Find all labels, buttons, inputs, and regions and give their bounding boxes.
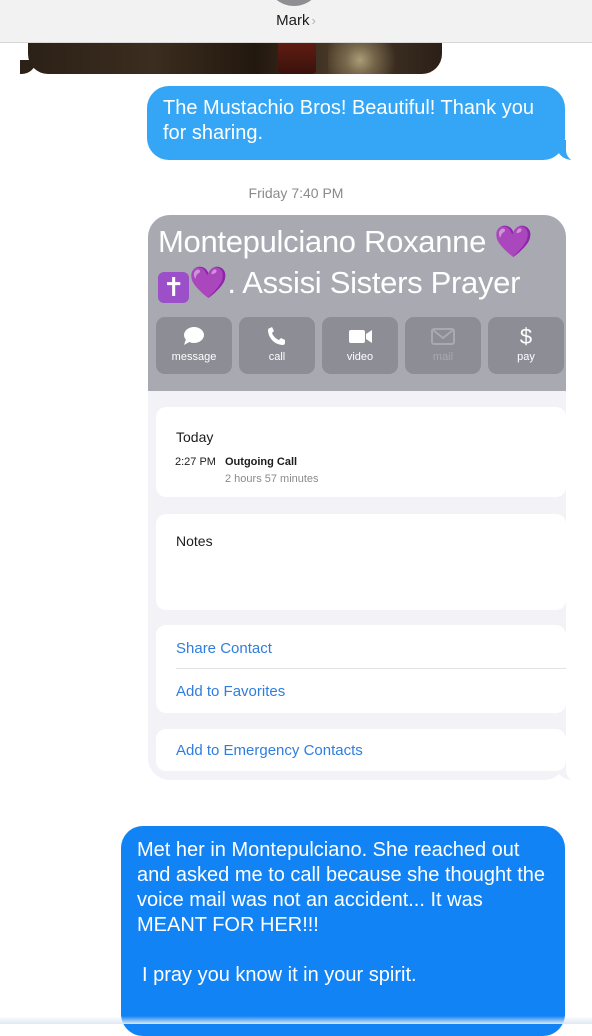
recent-day-label: Today xyxy=(176,429,214,445)
contact-card-header: Montepulciano Roxanne 💜 ✝ 💜. Assisi Siste… xyxy=(148,215,566,391)
call-duration: 2 hours 57 minutes xyxy=(225,473,319,485)
contact-name-button[interactable]: Mark › xyxy=(0,12,592,29)
cross-icon: ✝ xyxy=(158,272,189,303)
sent-message-2[interactable]: Met her in Montepulciano. She reached ou… xyxy=(121,826,565,1036)
video-action-button[interactable]: video xyxy=(322,317,398,374)
chevron-right-icon: › xyxy=(311,13,316,28)
contact-links-section: Share Contact Add to Favorites xyxy=(156,625,566,713)
phone-icon xyxy=(268,327,285,345)
purple-heart-icon: 💜 xyxy=(189,265,228,300)
pay-action-button[interactable]: $ pay xyxy=(488,317,564,374)
message-timestamp: Friday 7:40 PM xyxy=(0,185,592,201)
call-type: Outgoing Call xyxy=(225,456,298,468)
contact-card-name: Montepulciano Roxanne 💜 ✝ 💜. Assisi Siste… xyxy=(158,224,533,303)
notes-section[interactable]: Notes xyxy=(156,514,566,610)
call-time: 2:27 PM xyxy=(175,456,216,468)
contact-card-message[interactable]: Montepulciano Roxanne 💜 ✝ 💜. Assisi Siste… xyxy=(148,215,566,780)
divider xyxy=(176,668,566,669)
mail-action-button[interactable]: mail xyxy=(405,317,481,374)
sent-message-1[interactable]: The Mustachio Bros! Beautiful! Thank you… xyxy=(147,86,565,160)
add-to-emergency-contacts-link[interactable]: Add to Emergency Contacts xyxy=(176,742,363,759)
sent-message-2-paragraph-2: I pray you know it in your spirit. xyxy=(142,964,417,986)
message-action-button[interactable]: message xyxy=(156,317,232,374)
notes-label: Notes xyxy=(176,533,213,549)
share-contact-link[interactable]: Share Contact xyxy=(176,640,272,657)
svg-text:$: $ xyxy=(520,325,532,347)
contact-name: Mark xyxy=(276,12,310,29)
emergency-section: Add to Emergency Contacts xyxy=(156,729,566,771)
message-bubble-icon xyxy=(184,327,204,345)
call-action-button[interactable]: call xyxy=(239,317,315,374)
recent-calls-section: Today 2:27 PM Outgoing Call 2 hours 57 m… xyxy=(156,407,566,497)
dollar-icon: $ xyxy=(520,325,532,347)
timestamp-day: Friday xyxy=(248,185,288,201)
contact-avatar[interactable] xyxy=(266,0,322,6)
bottom-fade xyxy=(0,1016,592,1024)
contact-actions: message call video mail $ pay xyxy=(156,317,566,374)
sent-message-2-paragraph-1: Met her in Montepulciano. She reached ou… xyxy=(137,839,546,936)
add-to-favorites-link[interactable]: Add to Favorites xyxy=(176,683,285,700)
timestamp-time: 7:40 PM xyxy=(291,185,344,201)
conversation-header: Mark › xyxy=(0,0,592,43)
purple-heart-icon: 💜 xyxy=(494,224,533,259)
envelope-icon xyxy=(431,328,455,345)
video-camera-icon xyxy=(349,330,372,343)
